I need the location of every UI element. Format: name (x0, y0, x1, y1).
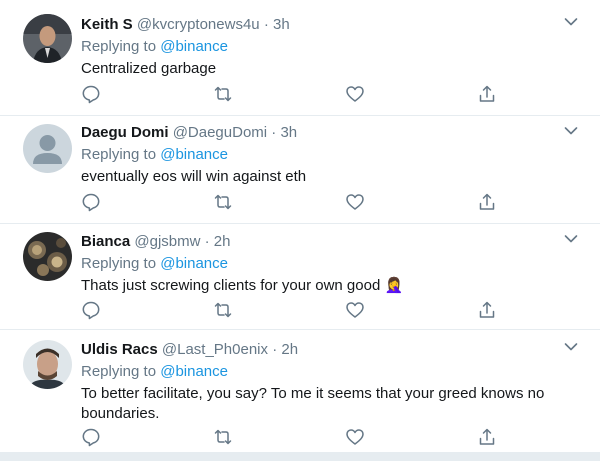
replying-label: Replying to (81, 146, 157, 163)
chevron-down-icon[interactable] (564, 234, 578, 244)
tweet-text: Centralized garbage (81, 60, 217, 77)
replying-to: Replying to @binance (81, 145, 560, 165)
replying-handle-link[interactable]: @binance (160, 255, 228, 272)
chevron-down-icon[interactable] (564, 342, 578, 352)
tweet-header: Daegu Domi @DaeguDomi · 3h (81, 123, 560, 143)
tweet-content: Keith S @kvcryptonews4u · 3h Replying to… (81, 15, 560, 79)
replying-to: Replying to @binance (81, 254, 560, 274)
tweet[interactable]: Bianca @gjsbmw · 2h Replying to @binance… (0, 224, 600, 330)
tweet-text: To better facilitate, you say? To me it … (81, 385, 545, 422)
avatar[interactable] (23, 124, 72, 173)
avatar-image (23, 340, 72, 389)
avatar-image (23, 14, 72, 63)
replying-handle-link[interactable]: @binance (160, 363, 228, 380)
replying-to: Replying to @binance (81, 362, 560, 382)
tweet[interactable]: Uldis Racs @Last_Ph0enix · 2h Replying t… (0, 330, 600, 452)
user-handle[interactable]: @kvcryptonews4u (137, 16, 260, 33)
chevron-down-icon[interactable] (564, 17, 578, 27)
user-handle[interactable]: @DaeguDomi (173, 124, 267, 141)
avatar[interactable] (23, 14, 72, 63)
timestamp[interactable]: 3h (273, 16, 290, 33)
tweet-content: Daegu Domi @DaeguDomi · 3h Replying to @… (81, 123, 560, 187)
reply-icon[interactable] (81, 192, 101, 212)
tweet[interactable]: Keith S @kvcryptonews4u · 3h Replying to… (0, 0, 600, 116)
avatar[interactable] (23, 340, 72, 389)
timestamp[interactable]: 3h (280, 124, 297, 141)
share-icon[interactable] (477, 84, 497, 104)
tweet-actions (81, 427, 501, 447)
retweet-icon[interactable] (213, 300, 233, 320)
like-icon[interactable] (345, 300, 365, 320)
chevron-down-icon[interactable] (564, 126, 578, 136)
avatar[interactable] (23, 232, 72, 281)
tweet-header: Bianca @gjsbmw · 2h (81, 232, 560, 252)
display-name[interactable]: Daegu Domi (81, 124, 169, 141)
tweet-actions (81, 300, 501, 320)
replying-to: Replying to @binance (81, 37, 560, 57)
separator-dot: · (204, 233, 210, 250)
replying-label: Replying to (81, 363, 157, 380)
user-handle[interactable]: @gjsbmw (134, 233, 200, 250)
tweet-header: Keith S @kvcryptonews4u · 3h (81, 15, 560, 35)
tweet-text: eventually eos will win against eth (81, 168, 307, 185)
like-icon[interactable] (345, 192, 365, 212)
tweet-content: Bianca @gjsbmw · 2h Replying to @binance… (81, 232, 560, 296)
replying-handle-link[interactable]: @binance (160, 146, 228, 163)
retweet-icon[interactable] (213, 192, 233, 212)
user-handle[interactable]: @Last_Ph0enix (162, 341, 268, 358)
replying-label: Replying to (81, 255, 157, 272)
tweet-content: Uldis Racs @Last_Ph0enix · 2h Replying t… (81, 340, 560, 424)
reply-icon[interactable] (81, 300, 101, 320)
tweet[interactable]: Daegu Domi @DaeguDomi · 3h Replying to @… (0, 116, 600, 224)
default-avatar-image (23, 124, 72, 173)
replying-handle-link[interactable]: @binance (160, 38, 228, 55)
bottom-divider-bar (0, 452, 600, 461)
tweet-header: Uldis Racs @Last_Ph0enix · 2h (81, 340, 560, 360)
timestamp[interactable]: 2h (214, 233, 231, 250)
share-icon[interactable] (477, 300, 497, 320)
separator-dot: · (272, 341, 278, 358)
avatar-image (23, 232, 72, 281)
display-name[interactable]: Keith S (81, 16, 133, 33)
tweet-actions (81, 192, 501, 212)
share-icon[interactable] (477, 192, 497, 212)
tweet-actions (81, 84, 501, 104)
retweet-icon[interactable] (213, 84, 233, 104)
share-icon[interactable] (477, 427, 497, 447)
display-name[interactable]: Bianca (81, 233, 130, 250)
tweet-text: Thats just screwing clients for your own… (81, 277, 404, 294)
replying-label: Replying to (81, 38, 157, 55)
separator-dot: · (263, 16, 269, 33)
retweet-icon[interactable] (213, 427, 233, 447)
timestamp[interactable]: 2h (281, 341, 298, 358)
separator-dot: · (271, 124, 277, 141)
like-icon[interactable] (345, 84, 365, 104)
like-icon[interactable] (345, 427, 365, 447)
reply-icon[interactable] (81, 84, 101, 104)
display-name[interactable]: Uldis Racs (81, 341, 158, 358)
reply-icon[interactable] (81, 427, 101, 447)
